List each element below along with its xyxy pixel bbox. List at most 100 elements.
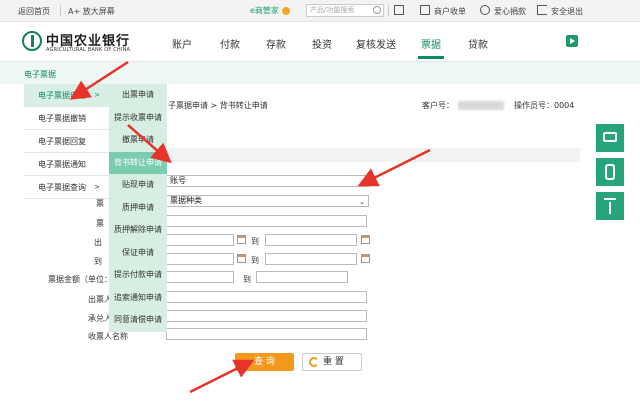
amount-min-input[interactable] [166, 271, 234, 283]
page-breadcrumb: 子票据申请 > 背书转让申请 [168, 101, 268, 110]
customer-label: 客户号： [422, 101, 454, 110]
arrow-up-icon [604, 198, 616, 214]
due-date-from-input[interactable] [166, 253, 234, 265]
chevron-right-icon: > [94, 183, 100, 191]
payee-input[interactable] [166, 328, 367, 340]
divider [388, 5, 389, 16]
nav-invest[interactable]: 投资 [312, 36, 332, 51]
merchant-link[interactable]: 商户收单 [434, 6, 466, 17]
section-title[interactable]: 电子票据 [24, 69, 56, 80]
back-to-top-button[interactable] [596, 192, 624, 220]
left-menu-label: 电子票据撤销 [38, 114, 86, 123]
left-menu-item[interactable]: 电子票据回复 [24, 130, 110, 153]
e-steward-link[interactable]: e商管家 [250, 5, 290, 16]
nav-loan[interactable]: 贷款 [468, 36, 488, 51]
payee-label: 收票人名称 [88, 332, 128, 341]
bill-type-value: 票据种类 [170, 196, 202, 205]
sub-menu-item-active[interactable]: 背书转让申请 [109, 151, 167, 174]
calendar-icon[interactable] [361, 254, 370, 263]
screen-side-button[interactable] [596, 124, 624, 152]
calendar-icon[interactable] [237, 254, 246, 263]
refresh-icon [309, 357, 319, 367]
donate-icon [480, 5, 490, 15]
nav-deposit[interactable]: 存款 [266, 36, 286, 51]
search-input[interactable]: 产品/功能搜索 [306, 4, 384, 17]
to-label: 到 [251, 237, 259, 246]
left-menu-label: 电子票据查询 [38, 183, 86, 192]
amount-label: 票据金额（单位： [48, 275, 112, 284]
customer-number-masked [458, 101, 504, 110]
amount-max-input[interactable] [256, 271, 348, 283]
phone-icon [605, 164, 615, 180]
sub-menu-item[interactable]: 质押申请 [109, 197, 167, 220]
logo-english: AGRICULTURAL BANK OF CHINA [46, 47, 131, 53]
donate-link[interactable]: 爱心捐款 [494, 6, 526, 17]
sub-menu-item[interactable]: 提示付款申请 [109, 264, 167, 287]
issue-date-label: 出 [94, 238, 102, 247]
left-menu-label: 电子票据回复 [38, 137, 86, 146]
abc-logo-icon [22, 31, 42, 51]
form-header-strip [167, 148, 580, 162]
left-menu-item[interactable]: 电子票据撤销 [24, 107, 110, 130]
nav-bills[interactable]: 票据 [421, 36, 441, 51]
sub-menu-item[interactable]: 提示收票申请 [109, 107, 167, 130]
nav-payment[interactable]: 付款 [220, 36, 240, 51]
to-label: 到 [251, 256, 259, 265]
home-link[interactable]: 返回首页 [18, 6, 50, 17]
customer-number: 客户号： [422, 100, 508, 111]
main-header: 中国农业银行 AGRICULTURAL BANK OF CHINA 账户 付款 … [0, 22, 640, 62]
section-bar: 电子票据 [0, 62, 640, 84]
due-date-to-input[interactable] [265, 253, 357, 265]
bill-type-select[interactable]: 票据种类 ⌄ [166, 195, 369, 207]
bill-type-label: 票 [96, 199, 104, 208]
nav-review-send[interactable]: 复核发送 [356, 36, 396, 51]
sub-menu-item[interactable]: 保证申请 [109, 242, 167, 265]
due-date-label: 到 [94, 257, 102, 266]
window-icon [394, 5, 404, 15]
reset-button[interactable]: 重 置 [302, 353, 362, 371]
monitor-icon [603, 132, 617, 142]
play-icon[interactable] [566, 35, 578, 47]
left-menu: 电子票据申请 > 电子票据撤销 电子票据回复 电子票据通知 电子票据查询 > [24, 84, 110, 199]
bill-number-input[interactable] [166, 215, 367, 227]
nav-account[interactable]: 账户 [172, 36, 192, 51]
left-menu-item[interactable]: 电子票据查询 > [24, 176, 110, 199]
sub-menu-item[interactable]: 追索通知申请 [109, 287, 167, 310]
acceptor-input[interactable] [166, 310, 367, 322]
logout-link[interactable]: 安全退出 [551, 6, 583, 17]
sub-menu-item[interactable]: 撤票申请 [109, 129, 167, 152]
sub-menu-item[interactable]: 质押解除申请 [109, 219, 167, 242]
sub-menu-item[interactable]: 出票申请 [109, 84, 167, 107]
bill-number-label: 票 [96, 219, 104, 228]
account-select-value: 账号 [170, 176, 186, 185]
query-button[interactable]: 查 询 [235, 353, 294, 371]
phone-side-button[interactable] [596, 158, 624, 186]
calendar-icon[interactable] [237, 235, 246, 244]
zoom-link[interactable]: A+ 放大屏幕 [68, 6, 115, 17]
issue-date-from-input[interactable] [166, 234, 234, 246]
drawer-input[interactable] [166, 291, 367, 303]
calendar-icon[interactable] [361, 235, 370, 244]
to-label: 到 [243, 275, 251, 284]
merchant-icon [420, 5, 430, 15]
chevron-down-icon: ⌄ [359, 178, 365, 186]
chevron-down-icon: ⌄ [359, 198, 365, 206]
search-placeholder: 产品/功能搜索 [310, 6, 355, 14]
e-steward-label: e商管家 [250, 6, 279, 15]
reset-label: 重 置 [323, 357, 344, 367]
divider [60, 5, 61, 16]
sub-menu: 出票申请 提示收票申请 撤票申请 背书转让申请 贴现申请 质押申请 质押解除申请… [109, 84, 167, 332]
search-icon[interactable] [373, 6, 381, 14]
left-menu-item[interactable]: 电子票据通知 [24, 153, 110, 176]
sub-menu-item[interactable]: 贴现申请 [109, 174, 167, 197]
sub-menu-item[interactable]: 同意清偿申请 [109, 309, 167, 332]
left-menu-label: 电子票据通知 [38, 160, 86, 169]
nav-active-indicator [418, 56, 444, 59]
top-utility-bar: 返回首页 A+ 放大屏幕 e商管家 产品/功能搜索 商户收单 爱心捐款 安全退出 [0, 0, 640, 22]
chevron-right-icon: > [94, 91, 100, 99]
operator-number: 操作员号：0004 [514, 101, 575, 110]
left-menu-item[interactable]: 电子票据申请 > [24, 84, 110, 107]
account-select[interactable]: 账号 ⌄ [166, 175, 369, 187]
notice-dot-icon [281, 6, 290, 15]
issue-date-to-input[interactable] [265, 234, 357, 246]
